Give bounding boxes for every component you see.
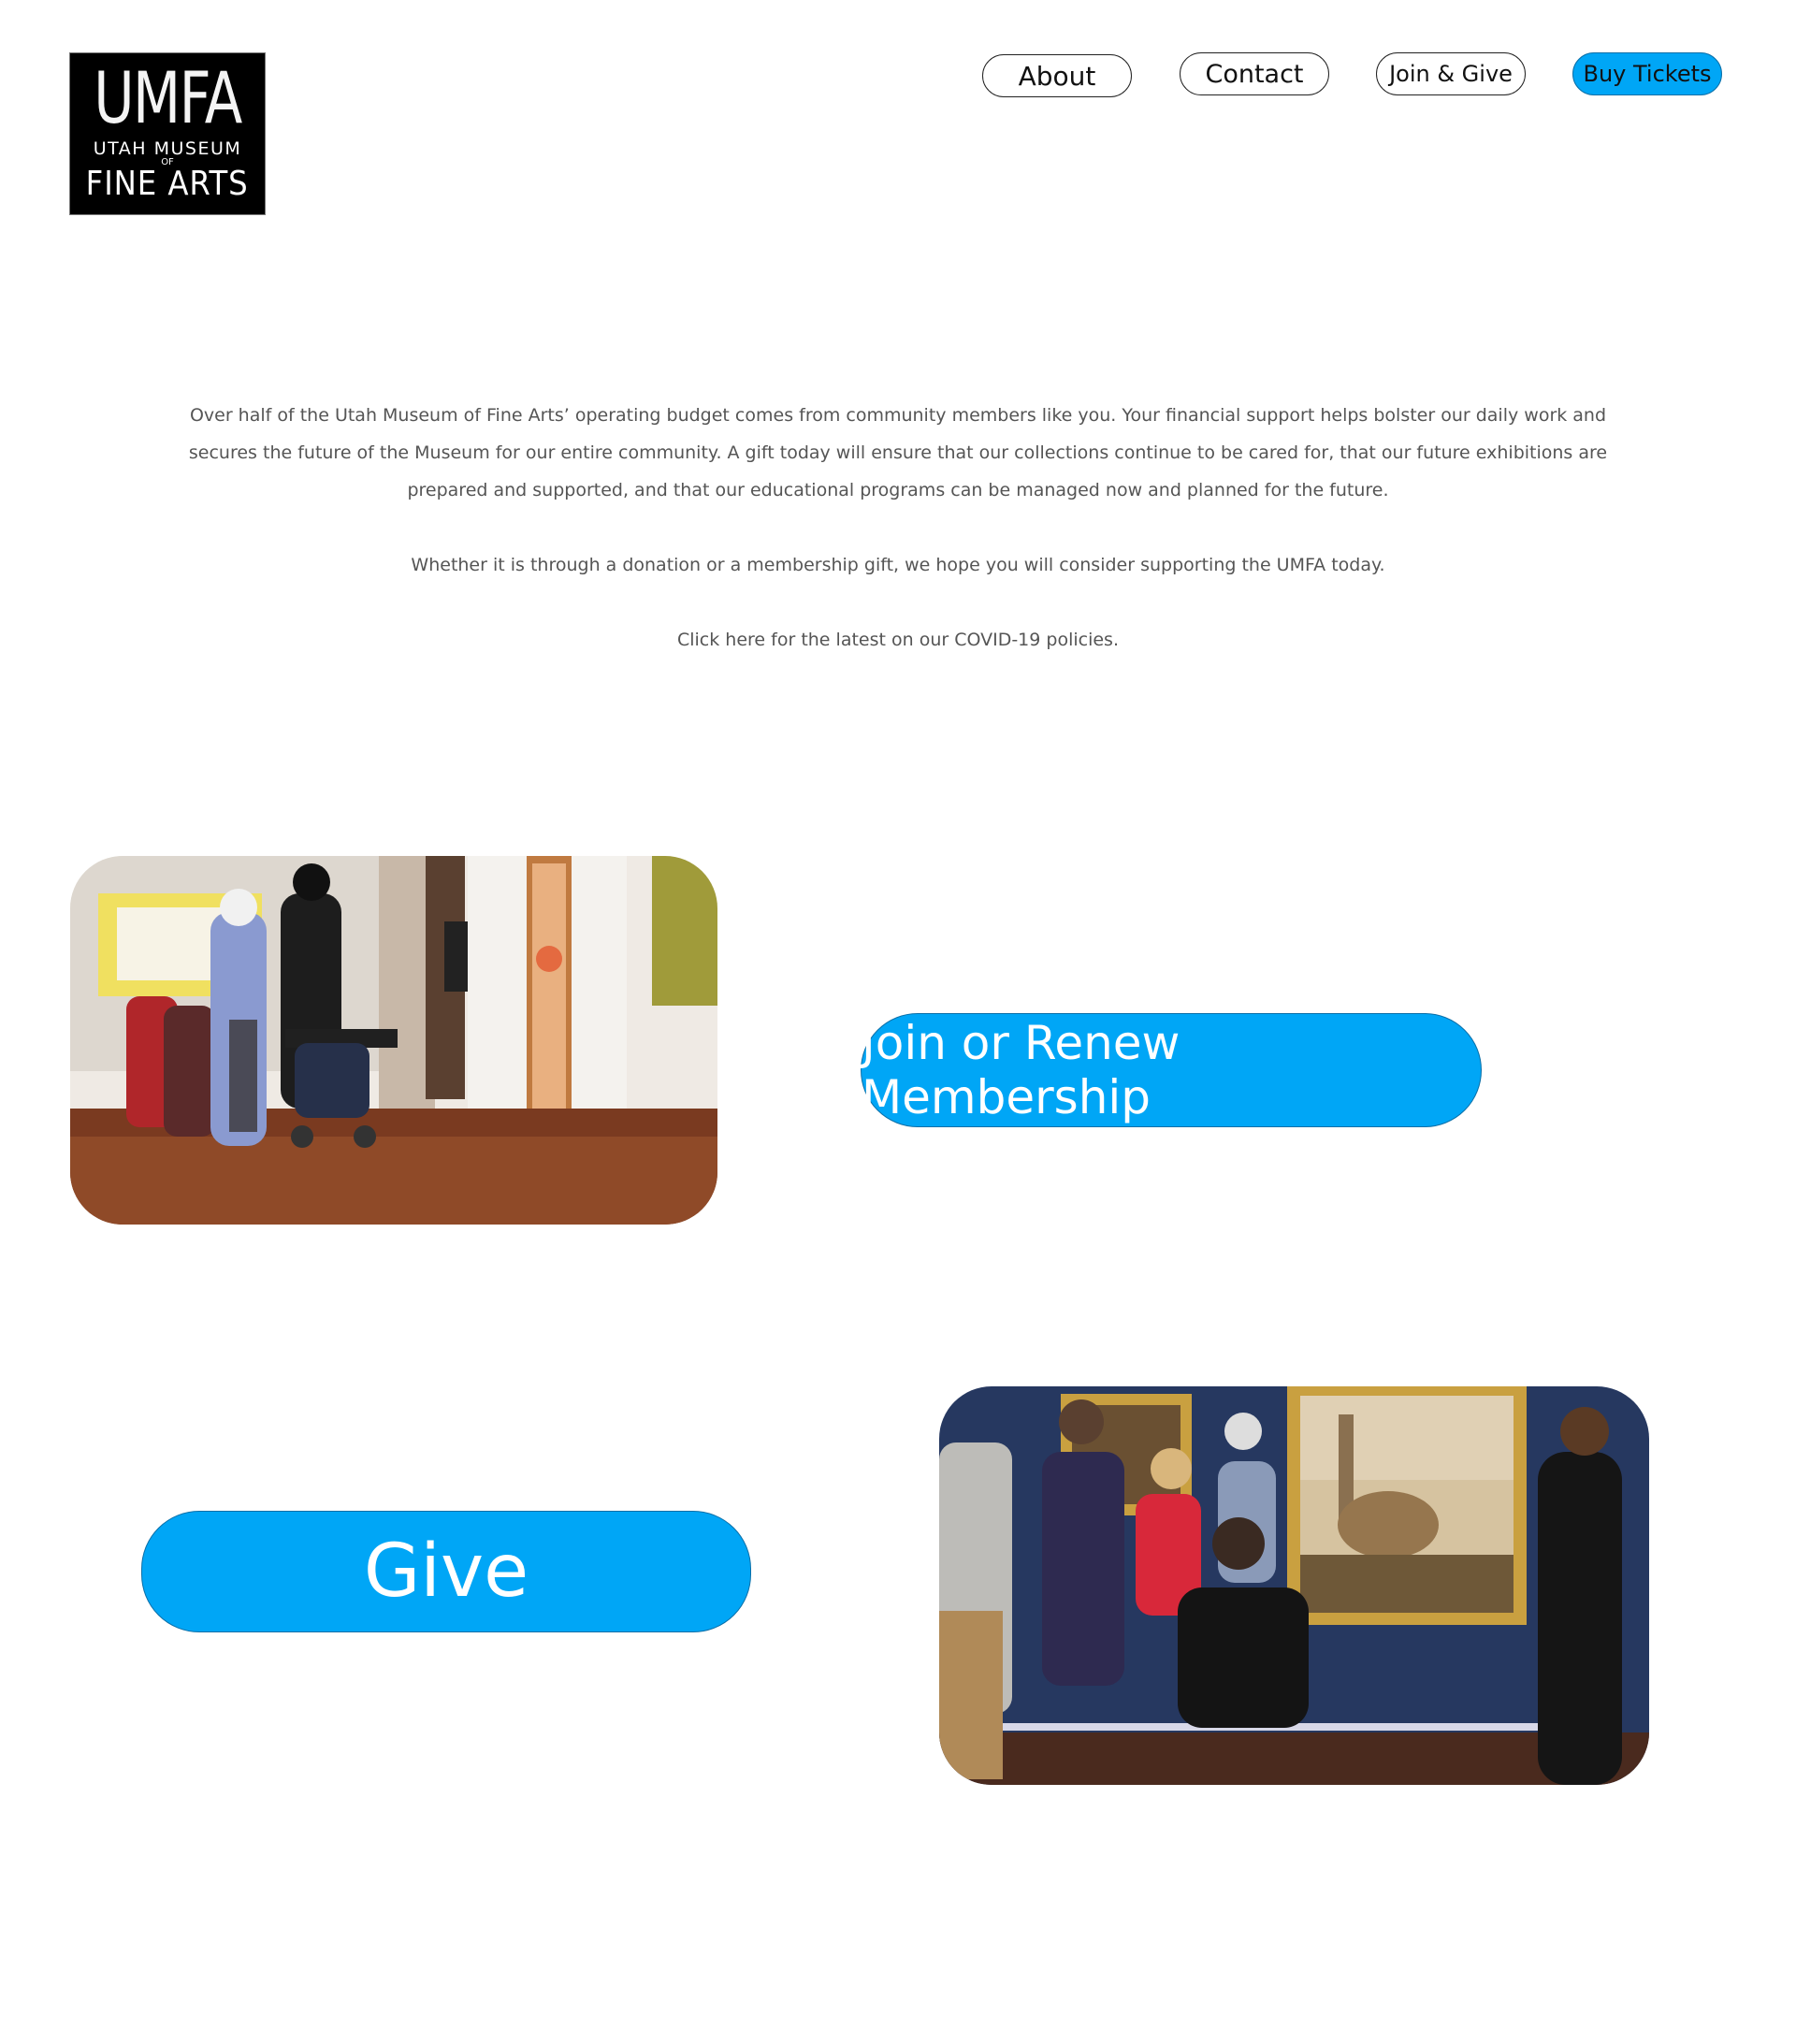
covid-policy-link[interactable]: Click here for the latest on our COVID-1… xyxy=(168,621,1628,659)
family-gallery-photo xyxy=(70,856,717,1225)
nav-contact-button[interactable]: Contact xyxy=(1180,52,1329,95)
buy-tickets-button[interactable]: Buy Tickets xyxy=(1572,52,1722,95)
intro-paragraph: Over half of the Utah Museum of Fine Art… xyxy=(188,405,1608,500)
family-gallery-illustration xyxy=(70,856,717,1225)
logo-line-fine-arts: FINE ARTS xyxy=(86,165,249,203)
join-renew-membership-button[interactable]: Join or Renew Membership xyxy=(861,1013,1482,1127)
gallery-tour-illustration xyxy=(939,1386,1649,1785)
logo-wordmark: UMFA xyxy=(94,56,242,139)
logo-line-utah-museum: UTAH MUSEUM xyxy=(93,138,242,159)
give-button[interactable]: Give xyxy=(141,1511,751,1632)
nav-join-give-button[interactable]: Join & Give xyxy=(1376,52,1526,95)
support-paragraph: Whether it is through a donation or a me… xyxy=(411,555,1385,575)
gallery-tour-photo xyxy=(939,1386,1649,1785)
umfa-logo[interactable]: UMFA UTAH MUSEUM OF FINE ARTS xyxy=(69,52,266,215)
nav-about-button[interactable]: About xyxy=(982,54,1132,97)
